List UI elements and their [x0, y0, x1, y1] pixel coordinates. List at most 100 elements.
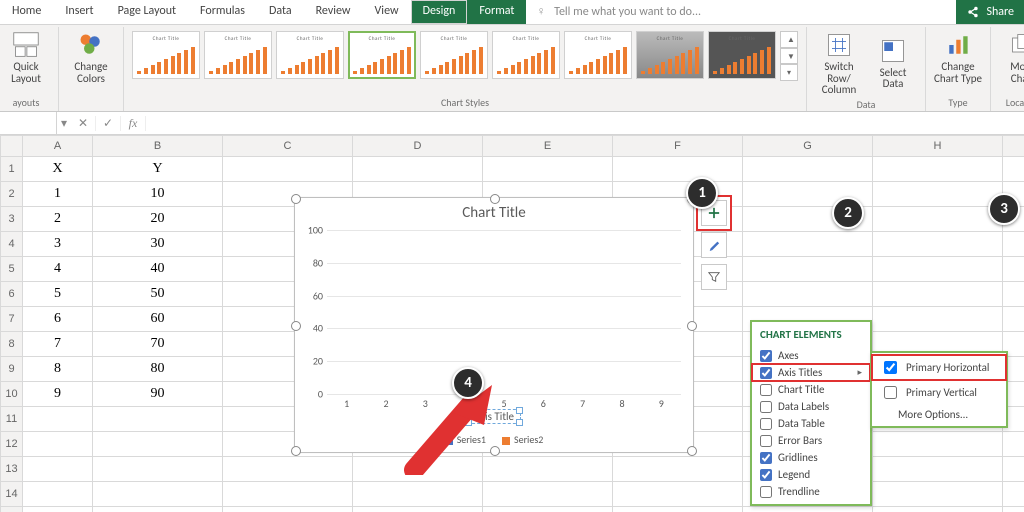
- subflyout-item-primary-horizontal[interactable]: Primary Horizontal: [872, 355, 1006, 380]
- column-header[interactable]: C: [223, 136, 353, 157]
- cell[interactable]: [873, 157, 1003, 182]
- cell[interactable]: Y: [93, 157, 223, 182]
- cell[interactable]: 20: [93, 207, 223, 232]
- column-header[interactable]: A: [23, 136, 93, 157]
- resize-handle[interactable]: [291, 194, 301, 204]
- gallery-up-button[interactable]: ▲: [780, 31, 798, 48]
- row-header[interactable]: 9: [1, 357, 23, 382]
- tab-insert[interactable]: Insert: [53, 0, 105, 24]
- cell[interactable]: [873, 232, 1003, 257]
- cell[interactable]: 4: [23, 257, 93, 282]
- row-header[interactable]: 3: [1, 207, 23, 232]
- flyout-item-error-bars[interactable]: Error Bars: [752, 432, 870, 449]
- change-colors-button[interactable]: Change Colors: [67, 31, 115, 84]
- flyout-item-gridlines[interactable]: Gridlines: [752, 449, 870, 466]
- cell[interactable]: [23, 507, 93, 512]
- cell[interactable]: 5: [23, 282, 93, 307]
- cell[interactable]: 3: [23, 232, 93, 257]
- chart-style-thumb[interactable]: Chart Title: [276, 31, 344, 79]
- move-chart-button[interactable]: Move Chart: [999, 31, 1024, 84]
- row-header[interactable]: 7: [1, 307, 23, 332]
- name-box[interactable]: [0, 112, 57, 134]
- row-header[interactable]: 12: [1, 432, 23, 457]
- chart-title[interactable]: Chart Title: [295, 204, 693, 222]
- cell[interactable]: [873, 307, 1003, 332]
- gallery-down-button[interactable]: ▼: [780, 48, 798, 65]
- chart-styles-gallery[interactable]: Chart TitleChart TitleChart TitleChart T…: [132, 31, 776, 79]
- row-header[interactable]: 13: [1, 457, 23, 482]
- flyout-checkbox[interactable]: [760, 486, 772, 498]
- cell[interactable]: 7: [23, 332, 93, 357]
- column-header[interactable]: I: [1003, 136, 1024, 157]
- cell[interactable]: [1003, 282, 1024, 307]
- resize-handle[interactable]: [687, 321, 697, 331]
- cell[interactable]: [353, 157, 483, 182]
- flyout-checkbox[interactable]: [760, 384, 772, 396]
- cell[interactable]: 70: [93, 332, 223, 357]
- cell[interactable]: [873, 182, 1003, 207]
- flyout-item-axis-titles[interactable]: Axis Titles▸: [752, 364, 870, 381]
- quick-layout-button[interactable]: Quick Layout: [2, 31, 50, 84]
- cell[interactable]: [873, 507, 1003, 512]
- tab-formulas[interactable]: Formulas: [188, 0, 257, 24]
- cell[interactable]: [1003, 432, 1024, 457]
- cell[interactable]: [873, 457, 1003, 482]
- cell[interactable]: [93, 482, 223, 507]
- row-header[interactable]: 2: [1, 182, 23, 207]
- flyout-item-chart-title[interactable]: Chart Title: [752, 381, 870, 398]
- column-header[interactable]: F: [613, 136, 743, 157]
- cell[interactable]: [873, 482, 1003, 507]
- gallery-more-button[interactable]: ▾: [780, 64, 798, 81]
- row-header[interactable]: 6: [1, 282, 23, 307]
- insert-function-button[interactable]: fx: [121, 116, 146, 131]
- cell[interactable]: [1003, 482, 1024, 507]
- cell[interactable]: [93, 407, 223, 432]
- cell[interactable]: 9: [23, 382, 93, 407]
- plot-area[interactable]: 020406080100123456789: [327, 230, 681, 394]
- cell[interactable]: [873, 432, 1003, 457]
- cell[interactable]: [613, 507, 743, 512]
- cell[interactable]: [743, 257, 873, 282]
- cell[interactable]: [613, 482, 743, 507]
- cell[interactable]: [743, 232, 873, 257]
- tab-review[interactable]: Review: [304, 0, 363, 24]
- enter-formula-button[interactable]: ✓: [96, 116, 121, 131]
- cell[interactable]: [23, 457, 93, 482]
- subflyout-checkbox[interactable]: [884, 386, 897, 399]
- cell[interactable]: 50: [93, 282, 223, 307]
- chart-style-thumb[interactable]: Chart Title: [348, 31, 416, 79]
- tab-home[interactable]: Home: [0, 0, 53, 24]
- cell[interactable]: [93, 432, 223, 457]
- cell[interactable]: [223, 507, 353, 512]
- cell[interactable]: [1003, 307, 1024, 332]
- column-header[interactable]: D: [353, 136, 483, 157]
- cell[interactable]: [613, 157, 743, 182]
- name-box-dropdown[interactable]: ▾: [57, 116, 71, 131]
- cell[interactable]: [483, 157, 613, 182]
- tab-data[interactable]: Data: [257, 0, 304, 24]
- flyout-checkbox[interactable]: [760, 350, 772, 362]
- flyout-checkbox[interactable]: [760, 435, 772, 447]
- cell[interactable]: [743, 282, 873, 307]
- column-header[interactable]: E: [483, 136, 613, 157]
- row-header[interactable]: 1: [1, 157, 23, 182]
- row-header[interactable]: 15: [1, 507, 23, 512]
- cell[interactable]: [1003, 257, 1024, 282]
- tab-format[interactable]: Format: [467, 0, 526, 24]
- cell[interactable]: [23, 432, 93, 457]
- flyout-checkbox[interactable]: [760, 418, 772, 430]
- cell[interactable]: [93, 507, 223, 512]
- cell[interactable]: [873, 207, 1003, 232]
- row-header[interactable]: 10: [1, 382, 23, 407]
- chart-style-thumb[interactable]: Chart Title: [132, 31, 200, 79]
- cell[interactable]: [23, 482, 93, 507]
- column-header[interactable]: H: [873, 136, 1003, 157]
- cell[interactable]: [223, 482, 353, 507]
- flyout-item-axes[interactable]: Axes: [752, 347, 870, 364]
- cell[interactable]: 80: [93, 357, 223, 382]
- resize-handle[interactable]: [687, 446, 697, 456]
- flyout-checkbox[interactable]: [760, 401, 772, 413]
- chart-style-thumb[interactable]: Chart Title: [420, 31, 488, 79]
- column-header[interactable]: B: [93, 136, 223, 157]
- cell[interactable]: [223, 457, 353, 482]
